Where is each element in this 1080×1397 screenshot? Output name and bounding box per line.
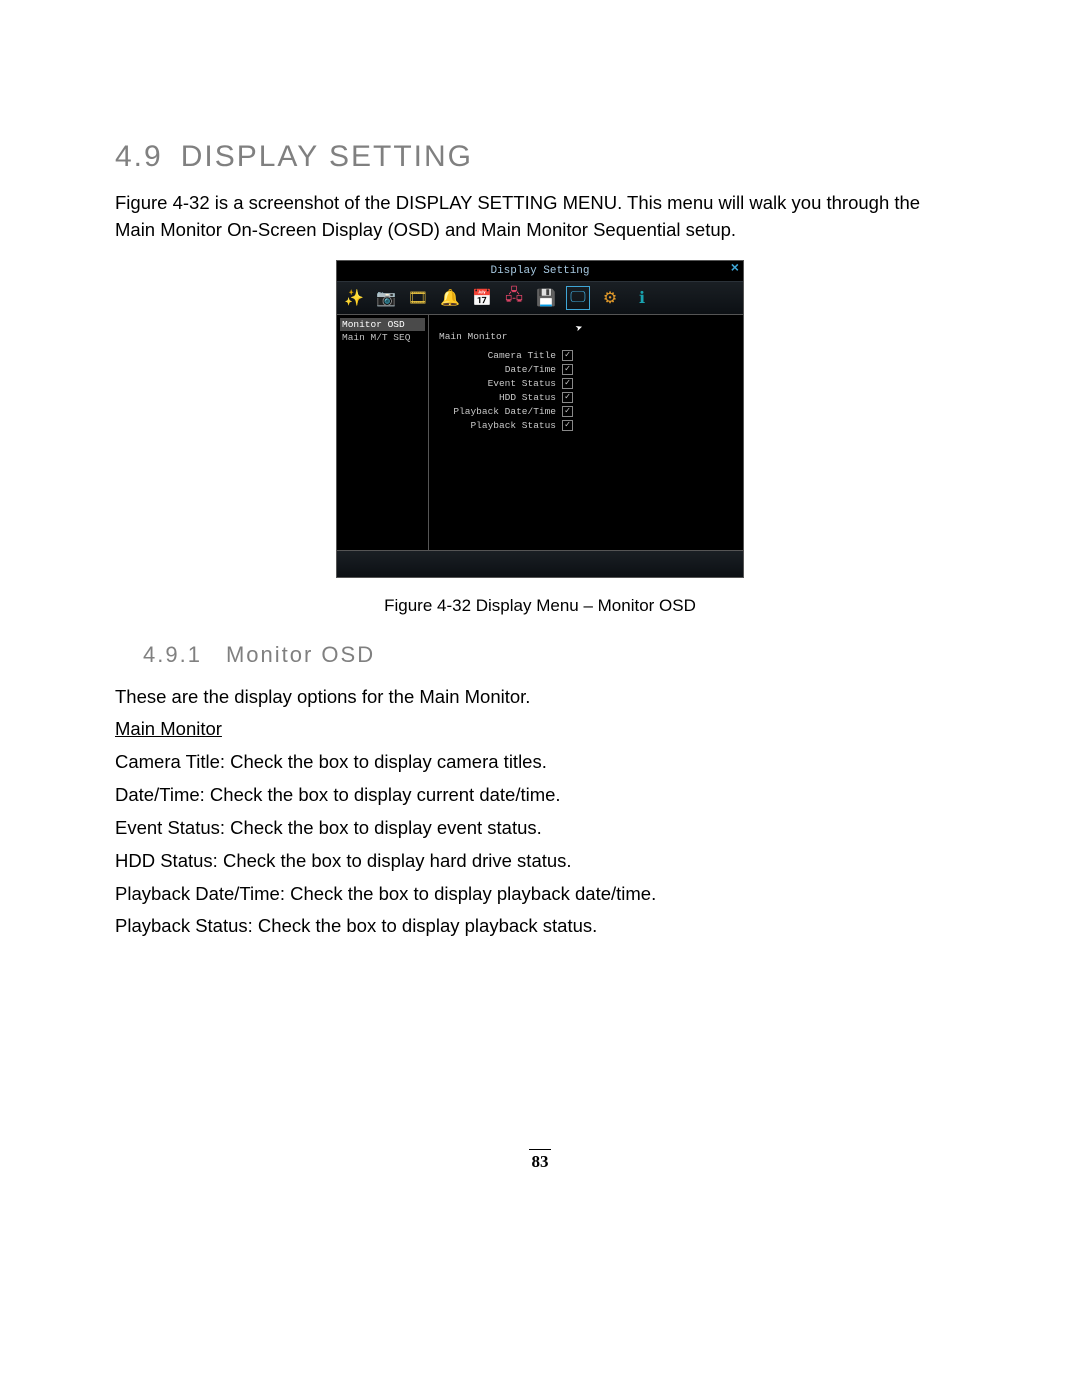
option-desc-playback-status: Playback Status: Check the box to displa… — [115, 913, 965, 940]
subsection-intro: These are the display options for the Ma… — [115, 684, 965, 711]
desc: Check the box to display event status. — [225, 817, 542, 838]
option-desc-hdd-status: HDD Status: Check the box to display har… — [115, 848, 965, 875]
term: Playback Date/Time: — [115, 883, 285, 904]
info-icon[interactable]: ℹ — [631, 287, 653, 309]
option-label: Playback Status — [470, 420, 556, 431]
camera-icon[interactable]: 📷 — [375, 287, 397, 309]
option-label: Playback Date/Time — [453, 406, 556, 417]
desc: Check the box to display camera titles. — [225, 751, 547, 772]
subsection-number: 4.9.1 — [143, 642, 202, 667]
option-label: Camera Title — [488, 350, 556, 361]
close-icon[interactable]: × — [731, 261, 739, 277]
desc: Check the box to display current date/ti… — [205, 784, 561, 805]
screenshot-toolbar: ✨ 📷 🎞 🔔 📅 🖧 💾 🖵 ⚙ ℹ — [337, 281, 743, 315]
option-label: Event Status — [488, 378, 556, 389]
wand-icon[interactable]: ✨ — [343, 287, 365, 309]
gear-icon[interactable]: ⚙ — [599, 287, 621, 309]
main-monitor-header: Main Monitor — [439, 331, 733, 342]
term: HDD Status: — [115, 850, 218, 871]
option-row: Playback Status ✓ — [439, 420, 733, 431]
clock-icon[interactable]: 📅 — [471, 287, 493, 309]
screenshot-main: ➤ Main Monitor Camera Title✓ Date/Time✓ … — [429, 315, 743, 550]
option-label: Date/Time — [505, 364, 556, 375]
sidebar-item-main-mt-seq[interactable]: Main M/T SEQ — [340, 331, 425, 344]
monitor-icon[interactable]: 🖵 — [567, 287, 589, 309]
checkbox[interactable]: ✓ — [562, 350, 573, 361]
screenshot-title: Display Setting — [490, 265, 589, 277]
option-row: Playback Date/Time ✓ — [439, 406, 733, 417]
checkbox[interactable]: ✓ — [562, 378, 573, 389]
screenshot-footer — [337, 551, 743, 577]
term: Event Status: — [115, 817, 225, 838]
option-row: Camera Title ✓ — [439, 350, 733, 361]
term: Date/Time: — [115, 784, 205, 805]
term: Playback Status: — [115, 915, 253, 936]
checkbox[interactable]: ✓ — [562, 406, 573, 417]
desc: Check the box to display playback date/t… — [285, 883, 656, 904]
network-icon[interactable]: 🖧 — [503, 287, 525, 309]
term: Camera Title: — [115, 751, 225, 772]
subsection-heading: 4.9.1 Monitor OSD — [143, 642, 965, 668]
screenshot-sidebar: Monitor OSD Main M/T SEQ — [337, 315, 429, 550]
section-heading: 4.9 DISPLAY SETTING — [115, 140, 965, 174]
subsection-title-text: Monitor OSD — [226, 642, 375, 667]
intro-paragraph: Figure 4-32 is a screenshot of the DISPL… — [115, 190, 965, 244]
page-number: 83 — [529, 1149, 551, 1172]
option-desc-date-time: Date/Time: Check the box to display curr… — [115, 782, 965, 809]
option-row: HDD Status ✓ — [439, 392, 733, 403]
bell-icon[interactable]: 🔔 — [439, 287, 461, 309]
option-row: Event Status ✓ — [439, 378, 733, 389]
desc: Check the box to display hard drive stat… — [218, 850, 572, 871]
main-monitor-subheader: Main Monitor — [115, 716, 965, 743]
option-label: HDD Status — [499, 392, 556, 403]
section-number: 4.9 — [115, 140, 163, 173]
page-number-value: 83 — [532, 1152, 549, 1171]
section-title-text: DISPLAY SETTING — [181, 140, 473, 173]
sidebar-item-monitor-osd[interactable]: Monitor OSD — [340, 318, 425, 331]
desc: Check the box to display playback status… — [253, 915, 598, 936]
option-row: Date/Time ✓ — [439, 364, 733, 375]
figure-caption: Figure 4-32 Display Menu – Monitor OSD — [115, 596, 965, 616]
page-number-rule — [529, 1149, 551, 1150]
screenshot-display-setting: Display Setting × ✨ 📷 🎞 🔔 📅 🖧 💾 🖵 ⚙ ℹ Mo… — [336, 260, 744, 578]
screenshot-body: Monitor OSD Main M/T SEQ ➤ Main Monitor … — [337, 315, 743, 551]
checkbox[interactable]: ✓ — [562, 420, 573, 431]
figure: Display Setting × ✨ 📷 🎞 🔔 📅 🖧 💾 🖵 ⚙ ℹ Mo… — [115, 260, 965, 616]
screenshot-titlebar: Display Setting × — [337, 261, 743, 281]
disk-icon[interactable]: 💾 — [535, 287, 557, 309]
checkbox[interactable]: ✓ — [562, 392, 573, 403]
option-desc-camera-title: Camera Title: Check the box to display c… — [115, 749, 965, 776]
checkbox[interactable]: ✓ — [562, 364, 573, 375]
option-desc-event-status: Event Status: Check the box to display e… — [115, 815, 965, 842]
reel-icon[interactable]: 🎞 — [407, 287, 429, 309]
option-desc-playback-date-time: Playback Date/Time: Check the box to dis… — [115, 881, 965, 908]
